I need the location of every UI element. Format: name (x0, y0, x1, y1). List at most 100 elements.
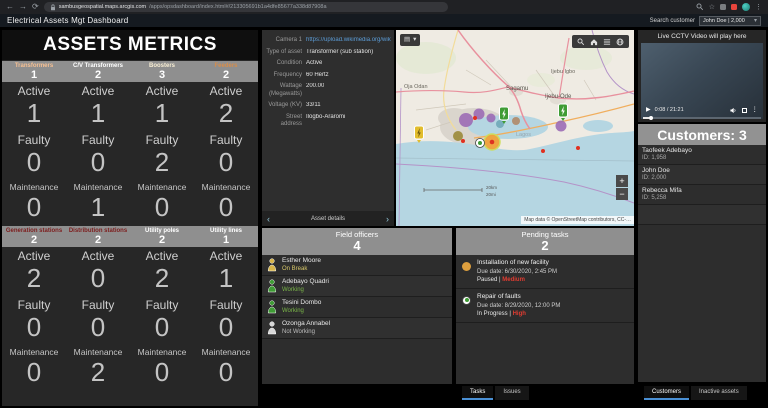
address-bar[interactable]: sambusgeospatial.maps.arcgis.com /apps/o… (44, 2, 448, 12)
asset-details-list: Camera 1https://upload.wikimedia.org/wik… (262, 35, 394, 210)
task-status-icon (462, 262, 471, 271)
customer-list-item[interactable]: John Doe ID: 2,000 (638, 165, 766, 185)
active-label-row: ActiveActiveActiveActive (2, 247, 258, 263)
chevron-down-icon: ▾ (413, 37, 416, 44)
tab-tasks[interactable]: Tasks (462, 386, 493, 400)
metric-value: 0 (66, 312, 130, 345)
page-title: Electrical Assets Mgt Dashboard (7, 16, 128, 25)
map-widget-button[interactable]: ▤ ▾ (400, 34, 420, 46)
map-label: Lagos (516, 132, 531, 138)
zoom-out-button[interactable]: − (616, 188, 628, 200)
field-label: Frequency (264, 72, 306, 80)
metric-value: 2 (66, 357, 130, 390)
task-priority: High (513, 311, 526, 317)
customer-list-item[interactable]: Rebecca Mifa ID: 5,258 (638, 185, 766, 205)
active-value-row: 1112 (2, 98, 258, 131)
metric-value: 1 (2, 98, 66, 131)
chevron-down-icon: ▾ (754, 18, 757, 24)
metrics-group-1-header: Transformers1 C/V Transformers2 Boosters… (2, 61, 258, 82)
metric-value: 0 (194, 147, 258, 180)
task-priority: Medium (502, 277, 525, 283)
metric-value: 1 (66, 98, 130, 131)
field-officers-panel: Field officers 4 Esther Moore On Break A… (262, 228, 452, 384)
seek-handle[interactable] (649, 116, 653, 120)
asset-details-panel: Camera 1https://upload.wikimedia.org/wik… (262, 30, 394, 226)
video-menu-icon[interactable]: ⋮ (752, 107, 759, 114)
metric-category-count: 2 (194, 70, 258, 82)
forward-icon[interactable]: → (19, 3, 27, 11)
app-window: ← → ⟳ sambusgeospatial.maps.arcgis.com /… (0, 0, 768, 408)
play-icon[interactable]: ▶ (646, 107, 651, 113)
customer-search-area: Search customer John Doe | 2,000 ▾ (650, 16, 761, 26)
task-list-item[interactable]: Installation of new facility Due date: 6… (456, 255, 634, 289)
tab-issues[interactable]: Issues (495, 386, 528, 400)
customer-select-value: John Doe | 2,000 (703, 18, 745, 24)
profile-avatar[interactable] (742, 3, 750, 11)
map-search-icon[interactable] (577, 38, 585, 46)
search-icon[interactable] (696, 3, 704, 11)
camera-link[interactable]: https://upload.wikimedia.org/wikipedia/c (306, 37, 391, 45)
metrics-group-2: Generation stations2 Distribution statio… (2, 226, 258, 390)
pending-tasks-panel: Pending tasks 2 Installation of new faci… (456, 228, 634, 384)
task-status-icon (462, 296, 471, 305)
metric-value: 1 (66, 192, 130, 225)
metric-value: 0 (2, 147, 66, 180)
field-value: Transformer (sub station) (306, 49, 373, 57)
metric-value: 0 (130, 357, 194, 390)
browser-toolbar: ← → ⟳ sambusgeospatial.maps.arcgis.com /… (0, 0, 768, 14)
video-player[interactable]: ▶ 0:08 / 21:21 ⋮ (641, 43, 763, 119)
metric-category-count: 2 (66, 70, 130, 82)
browser-actions: ☆ ⋮ (696, 3, 762, 11)
officer-list-item[interactable]: Tesini Dombo Working (262, 297, 452, 318)
field-value: Active (306, 60, 322, 68)
pending-tasks-header: Pending tasks 2 (456, 228, 634, 255)
task-list-item[interactable]: Repair of faults Due date: 8/29/2020, 12… (456, 289, 634, 323)
customer-select[interactable]: John Doe | 2,000 ▾ (699, 16, 761, 26)
svg-text:20km: 20km (486, 185, 497, 190)
field-officers-header: Field officers 4 (262, 228, 452, 255)
video-seekbar[interactable] (643, 117, 761, 119)
extension-icon-1[interactable] (720, 4, 726, 10)
map-zoom-controls: + − (616, 175, 628, 200)
map-label: Ijebu-Ode (545, 94, 572, 100)
basemap-globe-icon[interactable] (616, 38, 624, 46)
bookmark-star-icon[interactable]: ☆ (709, 4, 715, 11)
tab-customers[interactable]: Customers (644, 386, 689, 400)
extension-icon-2[interactable] (731, 4, 737, 10)
faulty-label-row: FaultyFaultyFaultyFaulty (2, 131, 258, 147)
assets-metrics-panel: ASSETS METRICS Transformers1 C/V Transfo… (2, 30, 258, 406)
browser-menu-icon[interactable]: ⋮ (755, 4, 762, 11)
officer-list-item[interactable]: Ozonga Annabel Not Working (262, 318, 452, 339)
field-value: 200.00 (306, 83, 324, 98)
field-value: Ilogbo-Araromi (306, 114, 345, 129)
carousel-prev-icon[interactable]: ‹ (267, 211, 270, 226)
customer-list-item[interactable]: Taofeek Adebayo ID: 1,958 (638, 145, 766, 165)
officer-list-item[interactable]: Esther Moore On Break (262, 255, 452, 276)
volume-icon[interactable] (730, 107, 737, 114)
map-canvas[interactable]: Oja Odan Sagamu Ijebu-Ode Ijebu Igbo Lag… (396, 30, 634, 226)
tab-inactive-assets[interactable]: Inactive assets (691, 386, 747, 400)
metric-value: 2 (130, 147, 194, 180)
person-icon (267, 279, 277, 293)
tasks-tabbar: Tasks Issues (462, 386, 529, 400)
active-label-row: ActiveActiveActiveActive (2, 82, 258, 98)
carousel-next-icon[interactable]: › (386, 211, 389, 226)
metric-value: 0 (194, 357, 258, 390)
faulty-value-row: 0020 (2, 147, 258, 180)
dashboard-header: Electrical Assets Mgt Dashboard Search c… (0, 14, 768, 28)
carousel-footer: ‹ Asset details › (262, 211, 394, 226)
map-label: Oja Odan (404, 84, 428, 90)
legend-icon[interactable] (603, 38, 611, 46)
video-title: Live CCTV Video will play here (638, 30, 766, 43)
refresh-icon[interactable]: ⟳ (32, 3, 39, 11)
layers-icon: ▤ (404, 37, 410, 44)
officer-list-item[interactable]: Adebayo Quadri Working (262, 276, 452, 297)
home-icon[interactable] (590, 38, 598, 46)
back-icon[interactable]: ← (6, 3, 14, 11)
fullscreen-icon[interactable] (742, 108, 747, 113)
lock-icon (50, 4, 56, 11)
zoom-in-button[interactable]: + (616, 175, 628, 187)
metric-value: 1 (130, 98, 194, 131)
maintenance-label-row: MaintenanceMaintenanceMaintenanceMainten… (2, 180, 258, 192)
maintenance-value-row: 0100 (2, 192, 258, 225)
